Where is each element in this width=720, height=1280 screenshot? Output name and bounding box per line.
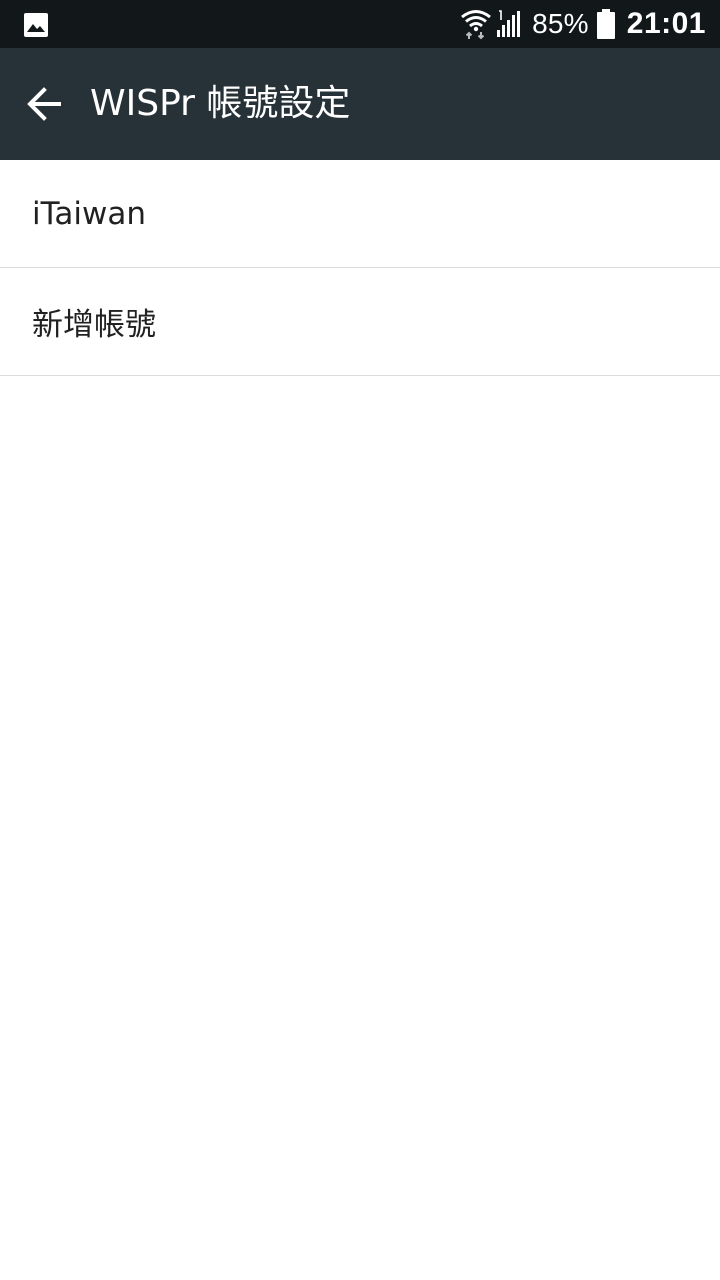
battery-icon <box>596 9 615 39</box>
app-bar: WISPr 帳號設定 <box>0 48 720 160</box>
image-notification-icon <box>24 13 48 37</box>
wifi-icon <box>461 10 492 40</box>
back-arrow-icon <box>27 87 61 121</box>
clock: 21:01 <box>626 7 706 40</box>
list-item-label: iTaiwan <box>32 195 147 232</box>
add-account-item[interactable]: 新增帳號 <box>0 268 720 376</box>
cellular-signal-icon <box>497 10 521 37</box>
status-icons: 85% 21:01 <box>460 0 706 48</box>
page-title: WISPr 帳號設定 <box>90 83 351 124</box>
list-item-label: 新增帳號 <box>32 307 156 343</box>
status-bar: 85% 21:01 <box>0 0 720 48</box>
list-item-itaiwan[interactable]: iTaiwan <box>0 160 720 268</box>
account-list: iTaiwan 新增帳號 <box>0 160 720 376</box>
battery-percentage: 85% <box>532 8 589 39</box>
back-button[interactable] <box>16 76 72 132</box>
